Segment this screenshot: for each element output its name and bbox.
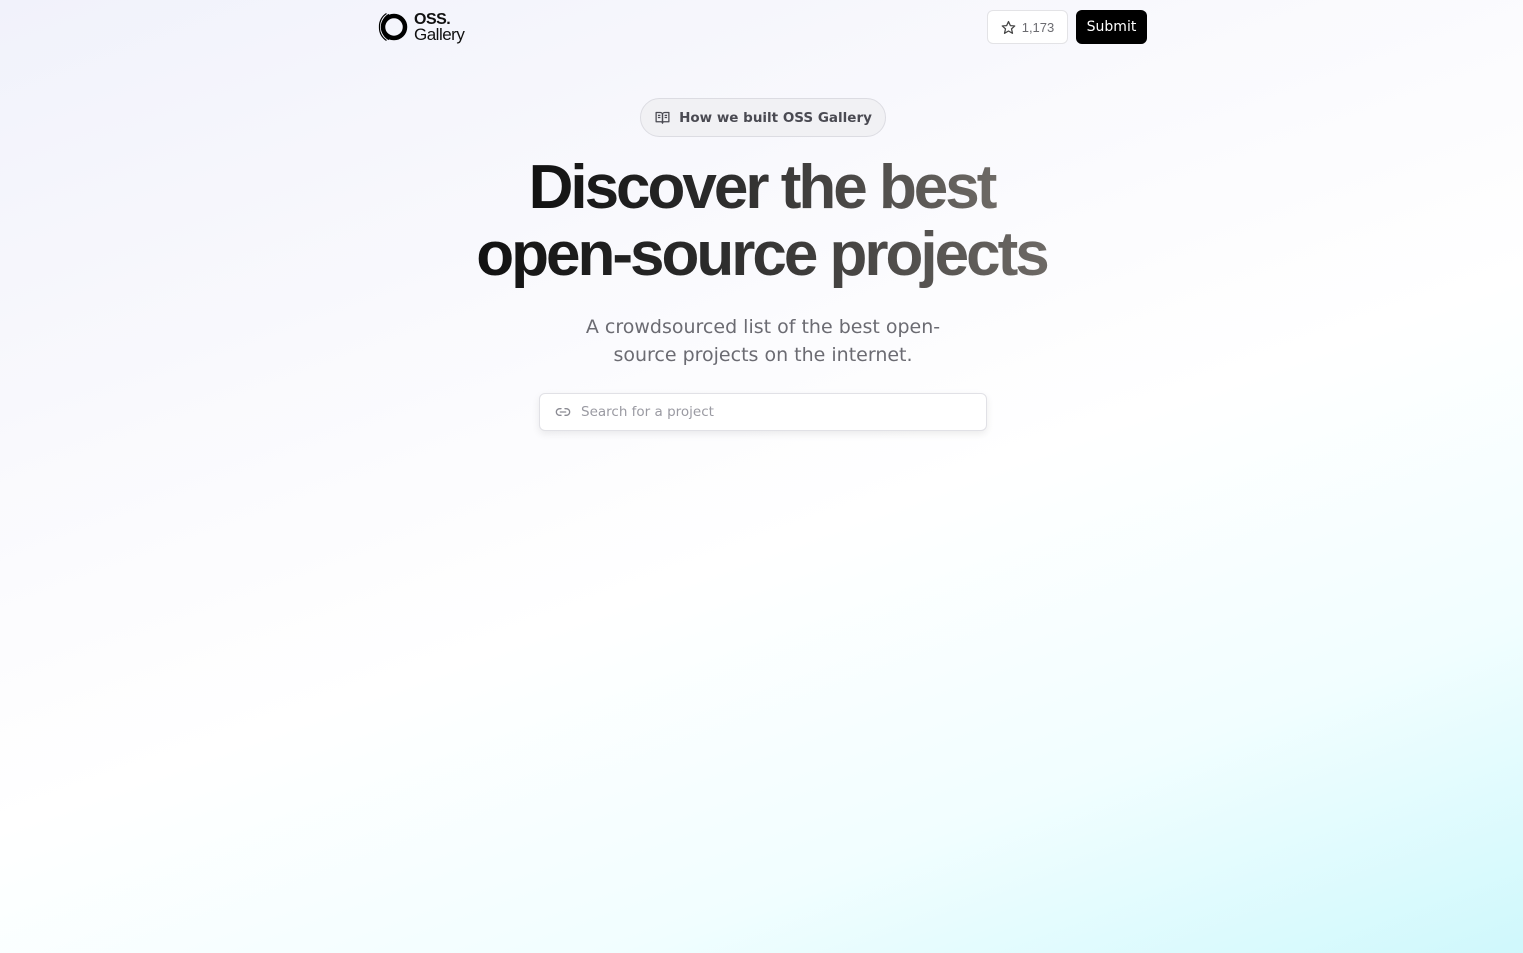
oss-logo-icon <box>378 12 408 42</box>
search-bar[interactable] <box>539 393 987 431</box>
book-open-icon <box>655 111 670 124</box>
logo-line2: Gallery <box>414 25 465 44</box>
how-we-built-label: How we built OSS Gallery <box>679 109 872 126</box>
search-input[interactable] <box>571 394 986 430</box>
header: OSS. Gallery 1,173 Submit <box>378 9 1148 45</box>
logo[interactable]: OSS. Gallery <box>378 9 465 45</box>
headline-line1: Discover the best <box>525 154 999 221</box>
star-icon <box>1001 20 1016 34</box>
subtitle: A crowdsourced list of the best open-sou… <box>585 316 941 366</box>
page-title: Discover the best open-source projects <box>0 154 1523 288</box>
submit-button[interactable]: Submit <box>1076 10 1147 44</box>
how-we-built-link[interactable]: How we built OSS Gallery <box>640 98 886 137</box>
github-star-button[interactable]: 1,173 <box>987 10 1068 44</box>
logo-text: OSS. Gallery <box>414 12 465 44</box>
headline-line2: open-source projects <box>472 221 1050 288</box>
star-count: 1,173 <box>1021 19 1055 35</box>
link-icon <box>555 408 571 416</box>
